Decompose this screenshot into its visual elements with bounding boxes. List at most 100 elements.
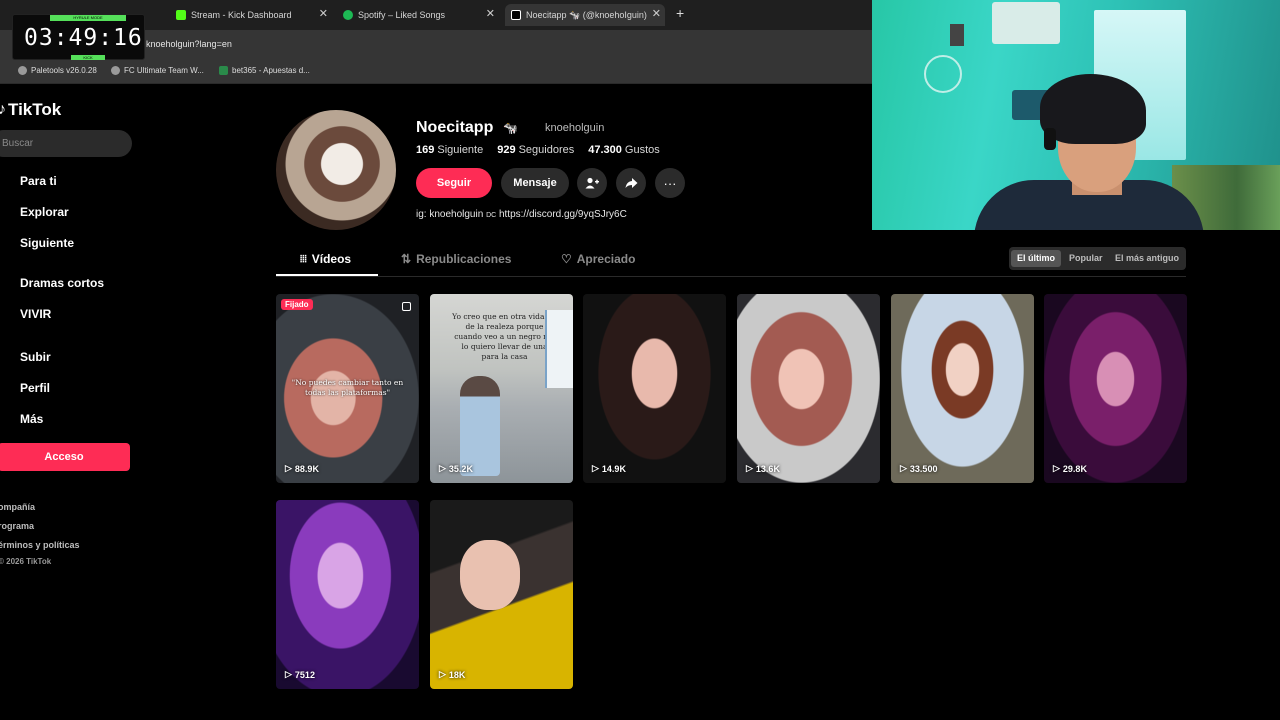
stream-timer: HYRULE MODE 03:49:16 KICK	[12, 14, 145, 60]
footer-link-company[interactable]: ompañía	[0, 502, 35, 512]
follow-button[interactable]: Seguir	[416, 168, 492, 198]
copyright: © 2026 TikTok	[0, 557, 52, 566]
add-user-icon	[585, 177, 599, 189]
followers-stat[interactable]: 929 Seguidores	[497, 144, 574, 156]
spotify-icon	[343, 10, 353, 20]
close-icon[interactable]: ✕	[652, 7, 661, 20]
tab-liked-label: Apreciado	[576, 252, 636, 266]
search-input[interactable]: Buscar	[0, 130, 132, 157]
new-tab-icon[interactable]: +	[676, 5, 684, 21]
nav-dramas-cortos[interactable]: Dramas cortos	[20, 276, 104, 290]
view-count: ▷ 18K	[439, 669, 465, 680]
view-count-value: 13.6K	[755, 463, 780, 474]
bookmark-label: FC Ultimate Team W...	[124, 66, 204, 75]
video-figure	[460, 376, 500, 476]
video-poster	[545, 310, 573, 388]
search-placeholder: Buscar	[2, 138, 34, 149]
logo-text: TikTok	[8, 100, 62, 119]
message-button[interactable]: Mensaje	[501, 168, 569, 198]
repost-icon: ⇅	[401, 252, 412, 266]
sort-latest[interactable]: El último	[1011, 250, 1061, 267]
nav-para-ti[interactable]: Para ti	[20, 174, 57, 188]
heart-icon: ♡	[561, 252, 572, 266]
view-count-value: 7512	[294, 669, 315, 680]
view-count: ▷ 35.2K	[439, 463, 473, 474]
more-options-button[interactable]: ···	[655, 168, 685, 198]
sort-toggle: El último Popular El más antiguo	[1009, 247, 1186, 270]
view-count-value: 88.9K	[294, 463, 319, 474]
share-icon	[625, 178, 637, 188]
video-card[interactable]: ▷ 33.500	[891, 294, 1034, 483]
likes-count: 47.300	[588, 144, 622, 156]
video-caption: "No puedes cambiar tanto en todas las pl…	[291, 378, 404, 397]
following-stat[interactable]: 169 Siguiente	[416, 144, 483, 156]
bookmark-bet365[interactable]: bet365 - Apuestas d...	[219, 66, 310, 75]
video-card[interactable]: ▷ 18K	[430, 500, 573, 689]
webcam-wall-clock	[924, 55, 962, 93]
add-friend-button[interactable]	[577, 168, 607, 198]
following-label: Siguiente	[437, 144, 484, 156]
followers-label: Seguidores	[518, 144, 575, 156]
headphone-icon	[1044, 128, 1056, 150]
bookmark-icon	[18, 66, 27, 75]
bookmark-paletools[interactable]: Paletools v26.0.28	[18, 66, 97, 75]
view-count-value: 14.9K	[601, 463, 626, 474]
sort-oldest[interactable]: El más antiguo	[1109, 250, 1185, 267]
tab-label: Noecitapp 🐄 (@knoehoIguin)	[526, 9, 647, 20]
timer-top-label: HYRULE MODE	[50, 15, 126, 21]
nav-explorar[interactable]: Explorar	[20, 205, 69, 219]
webcam-feed	[872, 0, 1280, 230]
nav-mas[interactable]: Más	[20, 412, 43, 426]
tab-tiktok-profile[interactable]: Noecitapp 🐄 (@knoehoIguin) ✕	[505, 4, 665, 26]
following-count: 169	[416, 144, 435, 156]
bio-small: DC	[486, 212, 497, 219]
play-icon: ▷	[285, 463, 292, 473]
kick-icon	[176, 10, 186, 20]
pinned-badge: Fijado	[281, 299, 313, 310]
login-button[interactable]: Acceso	[0, 443, 130, 471]
close-icon[interactable]: ✕	[319, 7, 328, 20]
tiktok-logo[interactable]: ♪ TikTok	[0, 100, 61, 120]
active-tab-indicator	[276, 274, 378, 276]
grid-icon: ⦙⦙⦙	[300, 253, 307, 265]
video-face	[460, 540, 520, 610]
video-caption: Yo creo que en otra vida fui de la reale…	[452, 312, 557, 361]
video-card[interactable]: ▷ 7512	[276, 500, 419, 689]
profile-bio: ig: knoeholguin DC https://discord.gg/9y…	[416, 209, 627, 220]
likes-label: Gustos	[624, 144, 660, 156]
bookmark-icon	[111, 66, 120, 75]
avatar	[276, 110, 396, 230]
view-count: ▷ 88.9K	[285, 463, 319, 474]
footer-link-terms[interactable]: érminos y políticas	[0, 540, 80, 550]
tab-kick-dashboard[interactable]: Stream - Kick Dashboard ✕	[176, 4, 328, 26]
close-icon[interactable]: ✕	[486, 7, 495, 20]
profile-emoji: 🐄	[503, 121, 518, 135]
video-card[interactable]: ▷ 29.8K	[1044, 294, 1187, 483]
footer-link-program[interactable]: rograma	[0, 521, 34, 531]
play-icon: ▷	[900, 463, 907, 473]
nav-subir[interactable]: Subir	[20, 350, 51, 364]
view-count: ▷ 13.6K	[746, 463, 780, 474]
bio-discord-link[interactable]: https://discord.gg/9yqSJry6C	[499, 209, 627, 220]
sort-popular[interactable]: Popular	[1063, 250, 1109, 267]
view-count: ▷ 14.9K	[592, 463, 626, 474]
tab-spotify[interactable]: Spotify – Liked Songs ✕	[343, 4, 495, 26]
play-icon: ▷	[746, 463, 753, 473]
tab-videos[interactable]: ⦙⦙⦙ Vídeos	[300, 252, 351, 266]
tab-label: Stream - Kick Dashboard	[191, 10, 292, 20]
view-count-value: 33.500	[909, 463, 938, 474]
video-card[interactable]: ▷ 13.6K	[737, 294, 880, 483]
nav-perfil[interactable]: Perfil	[20, 381, 50, 395]
multi-video-icon	[402, 302, 411, 311]
share-button[interactable]	[616, 168, 646, 198]
tab-reposts[interactable]: ⇅ Republicaciones	[401, 252, 511, 266]
view-count: ▷ 29.8K	[1053, 463, 1087, 474]
tiktok-icon	[511, 10, 521, 20]
video-card[interactable]: ▷ 14.9K	[583, 294, 726, 483]
video-card[interactable]: Yo creo que en otra vida fui de la reale…	[430, 294, 573, 483]
bookmark-fc-ultimate[interactable]: FC Ultimate Team W...	[111, 66, 204, 75]
nav-vivir[interactable]: VIVIR	[20, 307, 51, 321]
video-card[interactable]: Fijado "No puedes cambiar tanto en todas…	[276, 294, 419, 483]
nav-siguiente[interactable]: Siguiente	[20, 236, 74, 250]
tab-liked[interactable]: ♡ Apreciado	[561, 252, 635, 266]
